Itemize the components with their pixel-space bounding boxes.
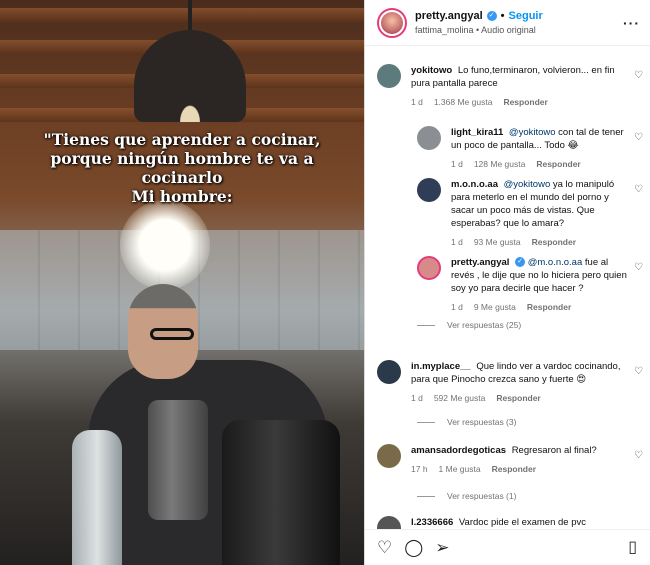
author-username[interactable]: pretty.angyal	[415, 10, 483, 22]
comment-username[interactable]: light_kira11	[451, 127, 503, 138]
avatar[interactable]	[417, 256, 441, 280]
comment: amansadordegoticas Regresaron al final? …	[377, 444, 627, 476]
video-player[interactable]: "Tienes que aprender a cocinar, porque n…	[0, 0, 364, 565]
comment: pretty.angyal ✓ @m.o.n.o.aa fue al revés…	[417, 256, 627, 314]
like-heart-icon[interactable]: ♡	[634, 132, 643, 143]
view-replies-button[interactable]: Ver respuestas (1)	[417, 491, 516, 501]
comment-username[interactable]: in.myplace__	[411, 361, 471, 372]
avatar[interactable]	[377, 360, 401, 384]
lamp-cord	[188, 0, 192, 34]
like-heart-icon[interactable]: ♡	[634, 184, 643, 195]
comment-likes[interactable]: 1 Me gusta	[439, 463, 481, 476]
comment: in.myplace__ Que lindo ver a vardoc coci…	[377, 360, 627, 405]
like-heart-icon[interactable]: ♡	[634, 70, 643, 81]
verified-badge-icon: ✓	[486, 11, 497, 21]
more-options-icon[interactable]: ···	[623, 15, 640, 31]
comment-likes[interactable]: 9 Me gusta	[474, 301, 516, 314]
comment-time: 1 d	[451, 159, 463, 169]
comment-likes[interactable]: 1.368 Me gusta	[434, 96, 493, 109]
comment-text: Vardoc pide el examen de pvc	[458, 517, 587, 528]
comment-icon[interactable]: ◯	[404, 538, 423, 557]
video-caption: "Tienes que aprender a cocinar, porque n…	[12, 130, 352, 206]
comment: m.o.n.o.aa @yokitowo ya lo manipuló para…	[417, 178, 627, 249]
mention-link[interactable]: @yokitowo	[504, 179, 551, 190]
comment-username[interactable]: l.2336666	[411, 517, 453, 528]
comment-list[interactable]: yokitowo Lo funo,terminaron, volvieron..…	[365, 54, 650, 529]
view-replies-button[interactable]: Ver respuestas (3)	[417, 417, 516, 427]
caption-line: "Tienes que aprender a cocinar,	[43, 130, 321, 149]
comment-username[interactable]: m.o.n.o.aa	[451, 179, 498, 190]
heart-icon[interactable]: ♡	[377, 538, 392, 557]
comment-time: 17 h	[411, 464, 428, 474]
reply-button[interactable]: Responder	[503, 96, 547, 109]
comment-username[interactable]: yokitowo	[411, 65, 452, 76]
bookmark-icon[interactable]: ▯	[628, 539, 637, 557]
comment-time: 1 d	[451, 237, 463, 247]
separator-dot: •	[500, 10, 505, 22]
like-heart-icon[interactable]: ♡	[634, 450, 643, 461]
comment-username[interactable]: pretty.angyal	[451, 257, 509, 268]
like-heart-icon[interactable]: ♡	[634, 262, 643, 273]
comment: l.2336666 Vardoc pide el examen de pvc	[377, 516, 627, 529]
reply-button[interactable]: Responder	[496, 392, 540, 405]
comment-likes[interactable]: 592 Me gusta	[434, 392, 486, 405]
comment-time: 1 d	[451, 302, 463, 312]
caption-line: cocinarlo	[141, 168, 223, 187]
post-subtitle[interactable]: fattima_molina • Audio original	[415, 25, 623, 35]
comment: yokitowo Lo funo,terminaron, volvieron..…	[377, 64, 627, 109]
blender	[148, 400, 208, 520]
avatar[interactable]	[377, 444, 401, 468]
comment: light_kira11 @yokitowo con tal de tener …	[417, 126, 627, 171]
kitchen-appliance	[222, 420, 340, 565]
comment-likes[interactable]: 128 Me gusta	[474, 158, 526, 171]
comment-time: 1 d	[411, 97, 423, 107]
water-bottle	[72, 430, 122, 565]
verified-badge-icon: ✓	[515, 257, 526, 268]
view-replies-button[interactable]: Ver respuestas (25)	[417, 320, 521, 330]
comment-time: 1 d	[411, 393, 423, 403]
ceiling-beam	[0, 8, 364, 22]
lamp-light	[120, 200, 210, 290]
comment-text: Regresaron al final?	[511, 445, 597, 456]
reply-button[interactable]: Responder	[532, 236, 576, 249]
comment-likes[interactable]: 93 Me gusta	[474, 236, 521, 249]
caption-line: porque ningún hombre te va a	[50, 149, 314, 168]
post-header: pretty.angyal ✓ • Seguir fattima_molina …	[365, 0, 650, 46]
share-icon[interactable]: ➢	[435, 538, 449, 557]
caption-line: Mi hombre:	[131, 187, 233, 206]
like-heart-icon[interactable]: ♡	[634, 366, 643, 377]
comment-username[interactable]: amansadordegoticas	[411, 445, 506, 456]
avatar[interactable]	[377, 516, 401, 529]
comments-panel: pretty.angyal ✓ • Seguir fattima_molina …	[364, 0, 650, 565]
author-avatar[interactable]	[377, 7, 407, 38]
mention-link[interactable]: @yokitowo	[509, 127, 556, 138]
action-bar: ♡ ◯ ➢ ▯	[365, 529, 650, 565]
avatar[interactable]	[417, 178, 441, 202]
reply-button[interactable]: Responder	[536, 158, 580, 171]
glasses	[150, 328, 194, 340]
avatar[interactable]	[377, 64, 401, 88]
follow-button[interactable]: Seguir	[509, 10, 543, 22]
reply-button[interactable]: Responder	[492, 463, 536, 476]
reply-button[interactable]: Responder	[527, 301, 571, 314]
mention-link[interactable]: @m.o.n.o.aa	[528, 257, 583, 268]
avatar[interactable]	[417, 126, 441, 150]
